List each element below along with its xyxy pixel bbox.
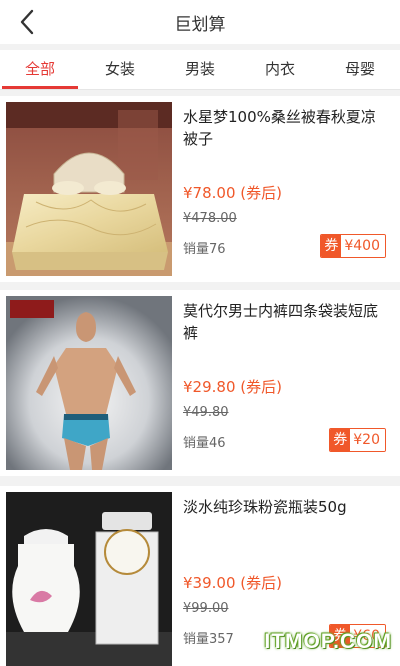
back-button[interactable]	[10, 6, 44, 38]
product-name[interactable]: 水星梦100%桑丝被春秋夏凉被子	[183, 106, 388, 150]
tab-underwear[interactable]: 内衣	[240, 50, 320, 89]
sales-count: 销量76	[183, 242, 226, 257]
chevron-left-icon	[20, 9, 34, 35]
tab-baby[interactable]: 母婴	[320, 50, 400, 89]
product-price: ¥39.00 (券后)	[183, 574, 282, 592]
product-image-pearl-powder[interactable]	[6, 492, 172, 666]
coupon-value: ¥400	[341, 235, 385, 257]
product-item[interactable]: 水星梦100%桑丝被春秋夏凉被子 ¥78.00 (券后) ¥478.00 销量7…	[0, 96, 400, 282]
product-price: ¥29.80 (券后)	[183, 378, 282, 396]
original-price: ¥99.00	[183, 601, 229, 616]
tab-mens[interactable]: 男装	[160, 50, 240, 89]
tab-all[interactable]: 全部	[0, 50, 80, 89]
category-tabs: 全部 女装 男装 内衣 母婴	[0, 50, 400, 90]
product-name[interactable]: 莫代尔男士内裤四条袋装短底裤	[183, 300, 388, 344]
coupon-tag: 券	[330, 429, 351, 451]
sales-count: 销量46	[183, 436, 226, 451]
original-price: ¥49.80	[183, 405, 229, 420]
product-info: 水星梦100%桑丝被春秋夏凉被子 ¥78.00 (券后) ¥478.00 销量7…	[183, 106, 388, 272]
tab-womens[interactable]: 女装	[80, 50, 160, 89]
site-watermark: ITMOP.COM	[264, 630, 392, 653]
product-info: 莫代尔男士内裤四条袋装短底裤 ¥29.80 (券后) ¥49.80 销量46 券…	[183, 300, 388, 466]
sales-count: 销量357	[183, 632, 234, 647]
product-item[interactable]: 莫代尔男士内裤四条袋装短底裤 ¥29.80 (券后) ¥49.80 销量46 券…	[0, 290, 400, 476]
product-image-underwear[interactable]	[6, 296, 172, 470]
coupon-badge[interactable]: 券 ¥400	[320, 234, 386, 258]
product-image-bedding[interactable]	[6, 102, 172, 276]
product-name[interactable]: 淡水纯珍珠粉瓷瓶装50g	[183, 496, 388, 518]
product-price: ¥78.00 (券后)	[183, 184, 282, 202]
top-bar: 巨划算	[0, 0, 400, 44]
coupon-value: ¥20	[350, 429, 385, 451]
page-title: 巨划算	[174, 14, 226, 35]
original-price: ¥478.00	[183, 211, 237, 226]
coupon-tag: 券	[321, 235, 342, 257]
coupon-badge[interactable]: 券 ¥20	[329, 428, 386, 452]
